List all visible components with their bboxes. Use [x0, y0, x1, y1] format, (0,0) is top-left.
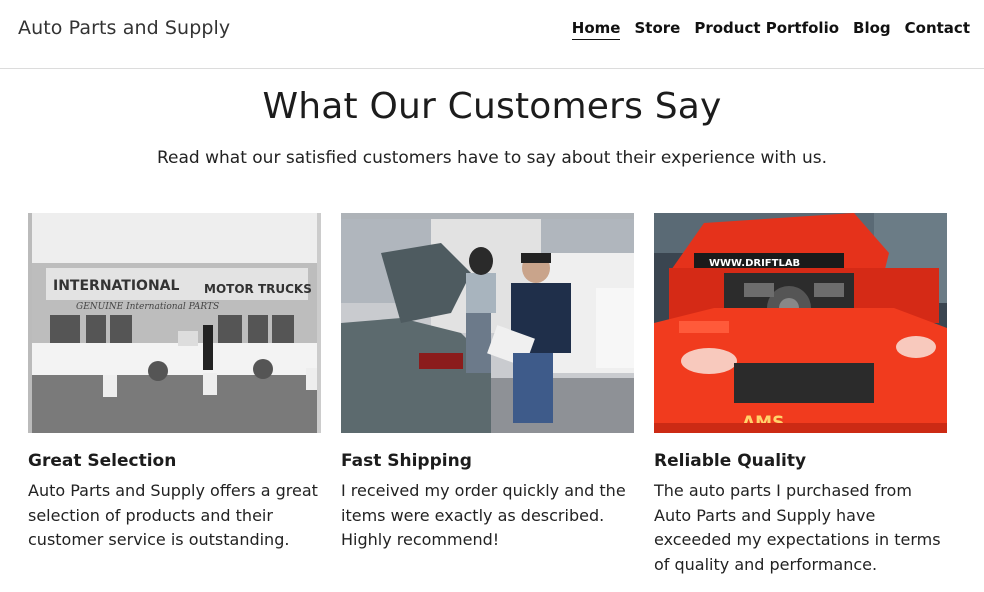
- nav-blog[interactable]: Blog: [853, 19, 891, 40]
- testimonial-text: I received my order quickly and the item…: [341, 481, 626, 549]
- svg-text:WWW.DRIFTLAB: WWW.DRIFTLAB: [709, 258, 800, 269]
- testimonial-heading: Great Selection: [28, 451, 177, 471]
- car-trunk-loading-photo: [341, 213, 634, 433]
- nav-contact[interactable]: Contact: [905, 19, 970, 40]
- testimonial-card: INTERNATIONAL MOTOR TRUCKS GENUINE Inter…: [28, 213, 321, 553]
- site-logo[interactable]: Auto Parts and Supply: [18, 17, 230, 39]
- testimonial-card: WWW.DRIFTLAB AMS Reliable Quality The au…: [654, 213, 947, 577]
- testimonial-heading: Fast Shipping: [341, 451, 472, 471]
- store-sign-text: INTERNATIONAL: [53, 278, 179, 294]
- testimonial-card: Fast Shipping I received my order quickl…: [341, 213, 634, 553]
- testimonial-text: The auto parts I purchased from Auto Par…: [654, 481, 941, 574]
- page-title: What Our Customers Say: [262, 86, 722, 127]
- nav-store[interactable]: Store: [634, 19, 680, 40]
- site-header: Auto Parts and Supply Home Store Product…: [0, 0, 984, 69]
- svg-text:MOTOR TRUCKS: MOTOR TRUCKS: [204, 282, 312, 296]
- nav-product-portfolio[interactable]: Product Portfolio: [694, 19, 839, 40]
- testimonial-heading: Reliable Quality: [654, 451, 807, 471]
- svg-text:GENUINE International PARTS: GENUINE International PARTS: [76, 302, 219, 312]
- red-race-car-photo: WWW.DRIFTLAB AMS: [654, 213, 947, 433]
- testimonial-text: Auto Parts and Supply offers a great sel…: [28, 481, 318, 549]
- nav-home[interactable]: Home: [571, 19, 621, 40]
- parts-store-photo: INTERNATIONAL MOTOR TRUCKS GENUINE Inter…: [28, 213, 321, 433]
- page-subtitle: Read what our satisfied customers have t…: [157, 148, 827, 168]
- main-nav: Home Store Product Portfolio Blog Contac…: [571, 19, 970, 40]
